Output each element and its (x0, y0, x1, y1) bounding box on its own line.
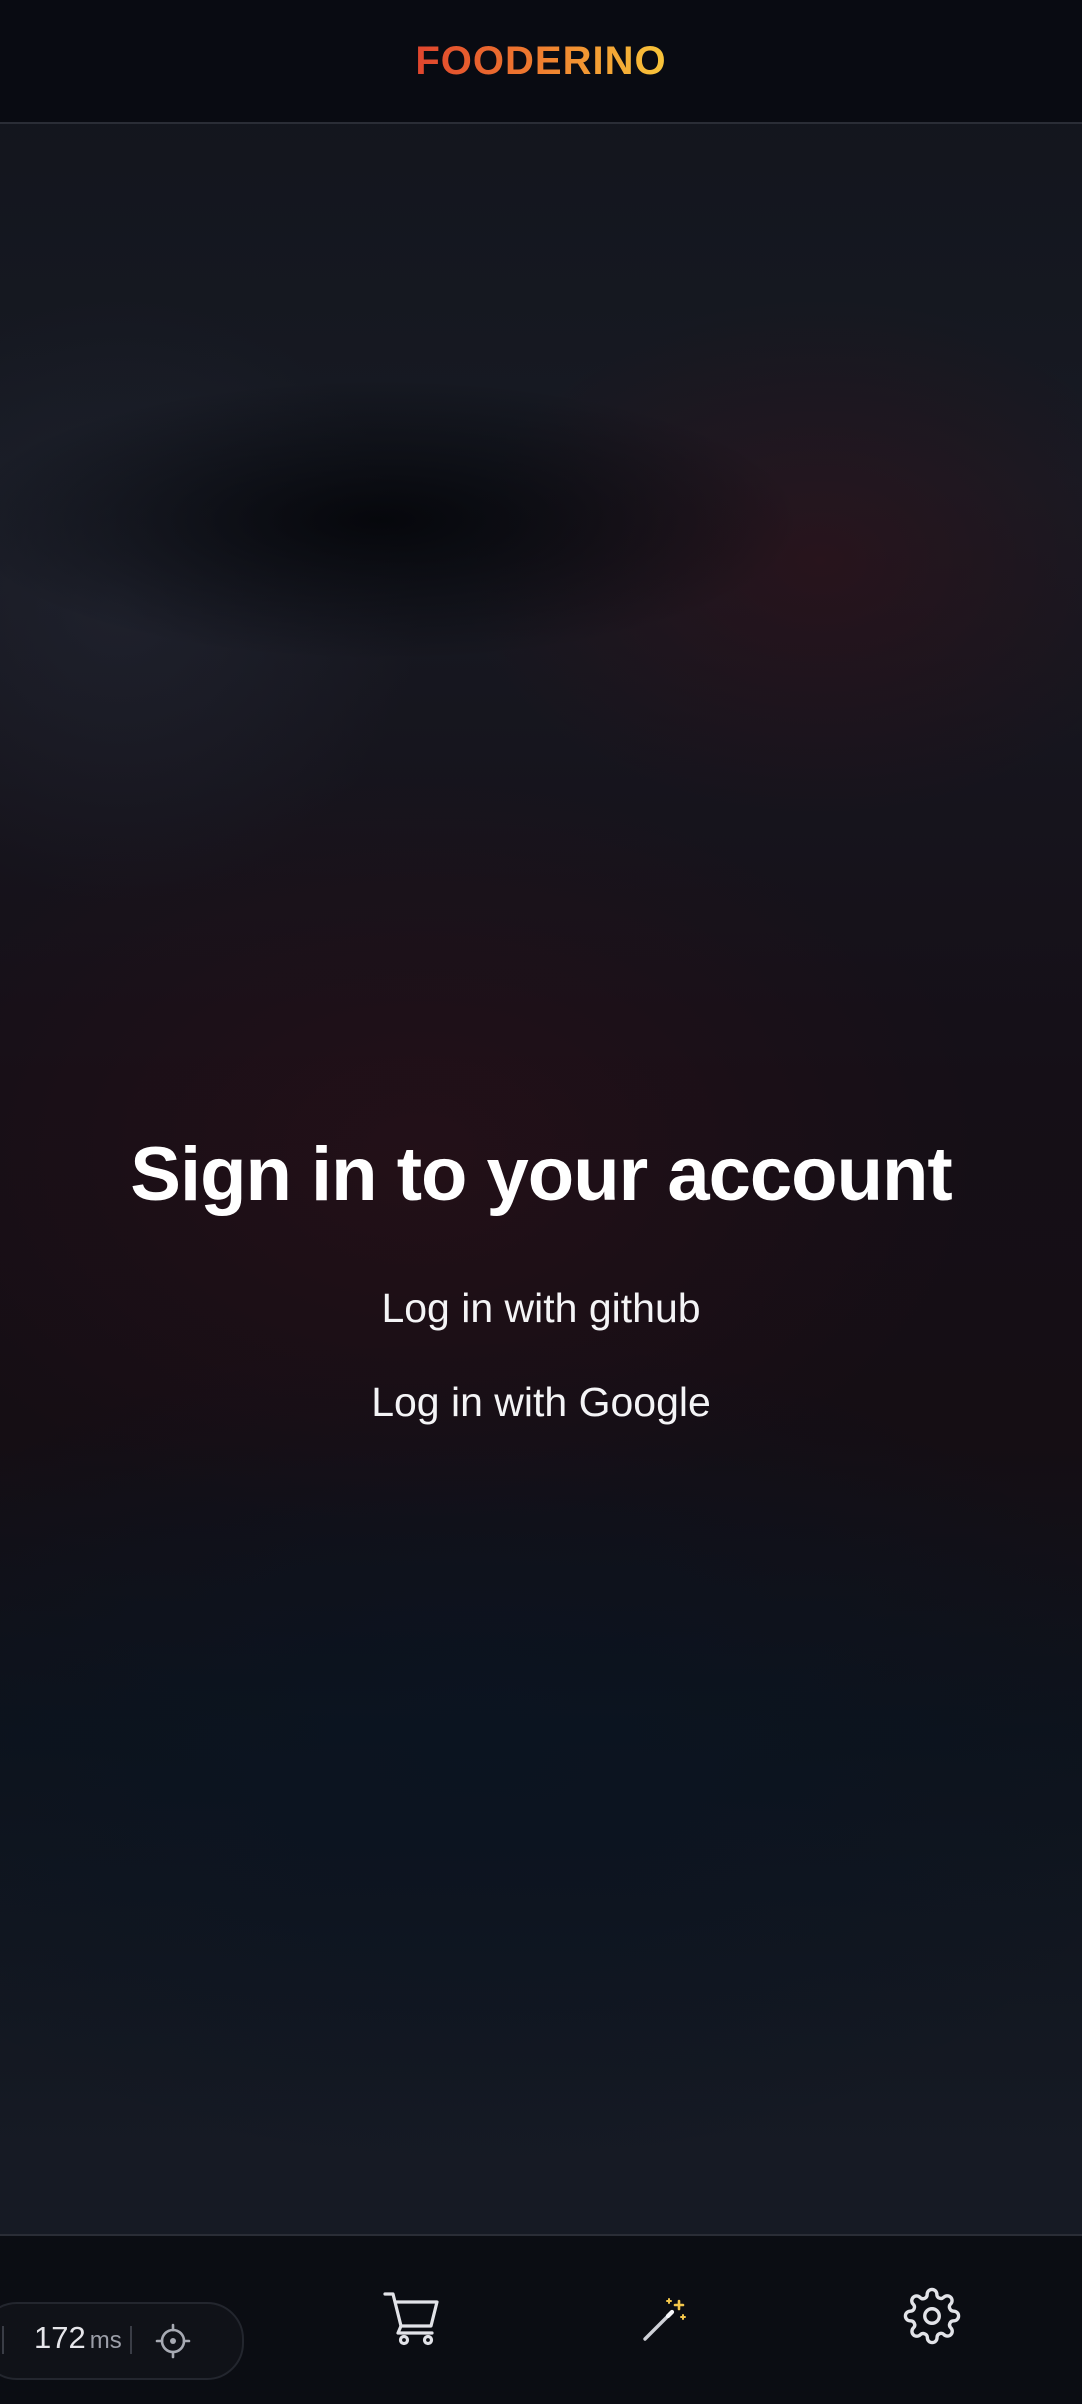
gear-icon[interactable] (892, 2276, 972, 2356)
latency-overlay[interactable]: 172 ms (0, 2302, 244, 2380)
latency-value: 172 (34, 2320, 86, 2355)
crosshair-icon[interactable] (154, 2322, 192, 2365)
divider (130, 2326, 132, 2354)
github-login-link[interactable]: Log in with github (0, 1280, 1082, 1336)
app-logo[interactable]: FOODERINO (415, 39, 666, 84)
latency-unit: ms (89, 2327, 122, 2354)
sign-in-panel: Sign in to your account Log in with gith… (0, 1120, 1082, 1430)
divider (2, 2326, 4, 2354)
google-login-link[interactable]: Log in with Google (0, 1374, 1082, 1430)
page-title: Sign in to your account (130, 1132, 952, 1217)
top-bar: FOODERINO (0, 0, 1082, 124)
magic-wand-icon[interactable] (624, 2280, 704, 2360)
latency-readout: 172 ms (34, 2320, 122, 2356)
cart-icon[interactable] (372, 2278, 452, 2358)
